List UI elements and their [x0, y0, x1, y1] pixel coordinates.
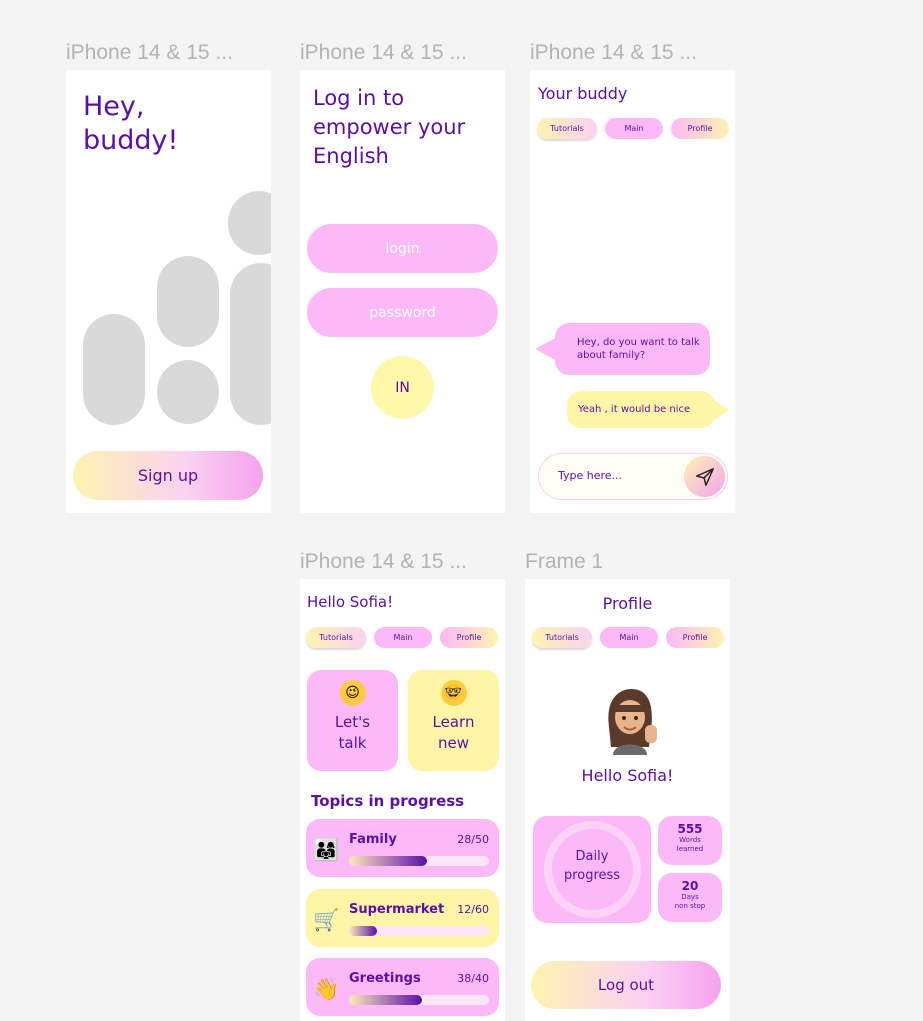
stat-caption: Days non stop [674, 893, 706, 910]
frame-label-chat: iPhone 14 & 15 ... [530, 41, 697, 64]
topic-progress-bar [349, 926, 489, 936]
words-learned-stat: 555 Words learned [658, 816, 722, 865]
user-message: Yeah , it would be nice [567, 391, 729, 428]
topic-family[interactable]: 👨‍👩‍👧 Family 28/50 [306, 819, 499, 877]
send-icon [695, 467, 714, 486]
lets-talk-card[interactable]: 😉 Let's talk [307, 670, 398, 771]
tab-bar: Tutorials Main Profile [532, 627, 724, 648]
tab-bar: Tutorials Main Profile [306, 627, 498, 648]
decorative-shape [228, 191, 271, 255]
learn-new-card[interactable]: 🤓 Learn new [408, 670, 499, 771]
logout-button[interactable]: Log out [531, 961, 721, 1009]
stat-value: 555 [677, 822, 703, 836]
days-streak-stat: 20 Days non stop [658, 873, 722, 922]
profile-screen: Profile Tutorials Main Profile Hello Sof… [525, 579, 730, 1021]
bot-message: Hey, do you want to talk about family? [535, 323, 710, 375]
topic-count: 28/50 [457, 833, 489, 846]
main-screen: Hello Sofia! Tutorials Main Profile 😉 Le… [300, 579, 505, 1021]
signup-button[interactable]: Sign up [73, 451, 263, 500]
topics-section-title: Topics in progress [311, 792, 465, 810]
frame-label-login: iPhone 14 & 15 ... [300, 41, 467, 64]
tab-main[interactable]: Main [605, 118, 663, 139]
tab-tutorials[interactable]: Tutorials [306, 627, 366, 648]
family-icon: 👨‍👩‍👧 [313, 838, 340, 862]
decorative-shape [157, 256, 219, 347]
topic-supermarket[interactable]: 🛒 Supermarket 12/60 [306, 889, 499, 947]
greeting-title: Hey, buddy! [83, 91, 179, 156]
winking-face-icon: 😉 [339, 680, 366, 706]
topic-name: Supermarket [349, 902, 445, 917]
decorative-shape [157, 360, 219, 424]
avatar [608, 689, 657, 755]
tab-tutorials[interactable]: Tutorials [537, 118, 597, 139]
stat-caption: Words learned [676, 836, 704, 853]
main-title: Hello Sofia! [307, 593, 394, 611]
profile-greeting: Hello Sofia! [581, 766, 674, 785]
daily-progress-card[interactable]: Daily progress [533, 816, 651, 923]
welcome-screen: Hey, buddy! Sign up [66, 70, 271, 513]
tab-profile[interactable]: Profile [671, 118, 729, 139]
lets-talk-label: Let's talk [334, 713, 371, 752]
profile-title: Profile [602, 594, 653, 613]
topic-progress-fill [349, 856, 428, 866]
topic-progress-bar [349, 856, 489, 866]
login-title: Log in to empower your English [313, 86, 466, 168]
decorative-shape [230, 263, 271, 425]
waving-hand-icon: 👋 [313, 977, 340, 1001]
topic-progress-fill [349, 926, 377, 936]
login-submit-button[interactable]: IN [371, 356, 434, 419]
stat-value: 20 [681, 879, 699, 893]
decorative-shape [83, 314, 145, 425]
topic-count: 12/60 [457, 903, 489, 916]
tab-main[interactable]: Main [600, 627, 658, 648]
message-input[interactable]: Type here... [538, 453, 728, 500]
topic-name: Family [349, 832, 397, 847]
tab-profile[interactable]: Profile [666, 627, 724, 648]
daily-progress-label: Daily progress [563, 849, 621, 883]
frame-label-welcome: iPhone 14 & 15 ... [66, 41, 233, 64]
chat-title: Your buddy [538, 84, 628, 103]
topic-progress-fill [349, 995, 422, 1005]
learn-new-label: Learn new [432, 713, 475, 752]
chat-screen: Your buddy Tutorials Main Profile Hey, d… [530, 70, 735, 513]
topic-name: Greetings [349, 971, 421, 986]
topic-greetings[interactable]: 👋 Greetings 38/40 [306, 958, 499, 1016]
tab-tutorials[interactable]: Tutorials [532, 627, 592, 648]
frame-label-profile: Frame 1 [525, 550, 604, 573]
frame-label-main: iPhone 14 & 15 ... [300, 550, 467, 573]
topic-count: 38/40 [457, 972, 489, 985]
login-input[interactable]: login [307, 224, 498, 273]
nerd-face-icon: 🤓 [440, 680, 467, 706]
tab-main[interactable]: Main [374, 627, 432, 648]
password-input[interactable]: password [307, 288, 498, 337]
login-screen: Log in to empower your English login pas… [300, 70, 505, 513]
message-input-placeholder: Type here... [558, 469, 623, 482]
tab-profile[interactable]: Profile [440, 627, 498, 648]
tab-bar: Tutorials Main Profile [537, 118, 729, 139]
send-button[interactable] [684, 456, 725, 497]
topic-progress-bar [349, 995, 489, 1005]
shopping-cart-icon: 🛒 [313, 908, 340, 932]
